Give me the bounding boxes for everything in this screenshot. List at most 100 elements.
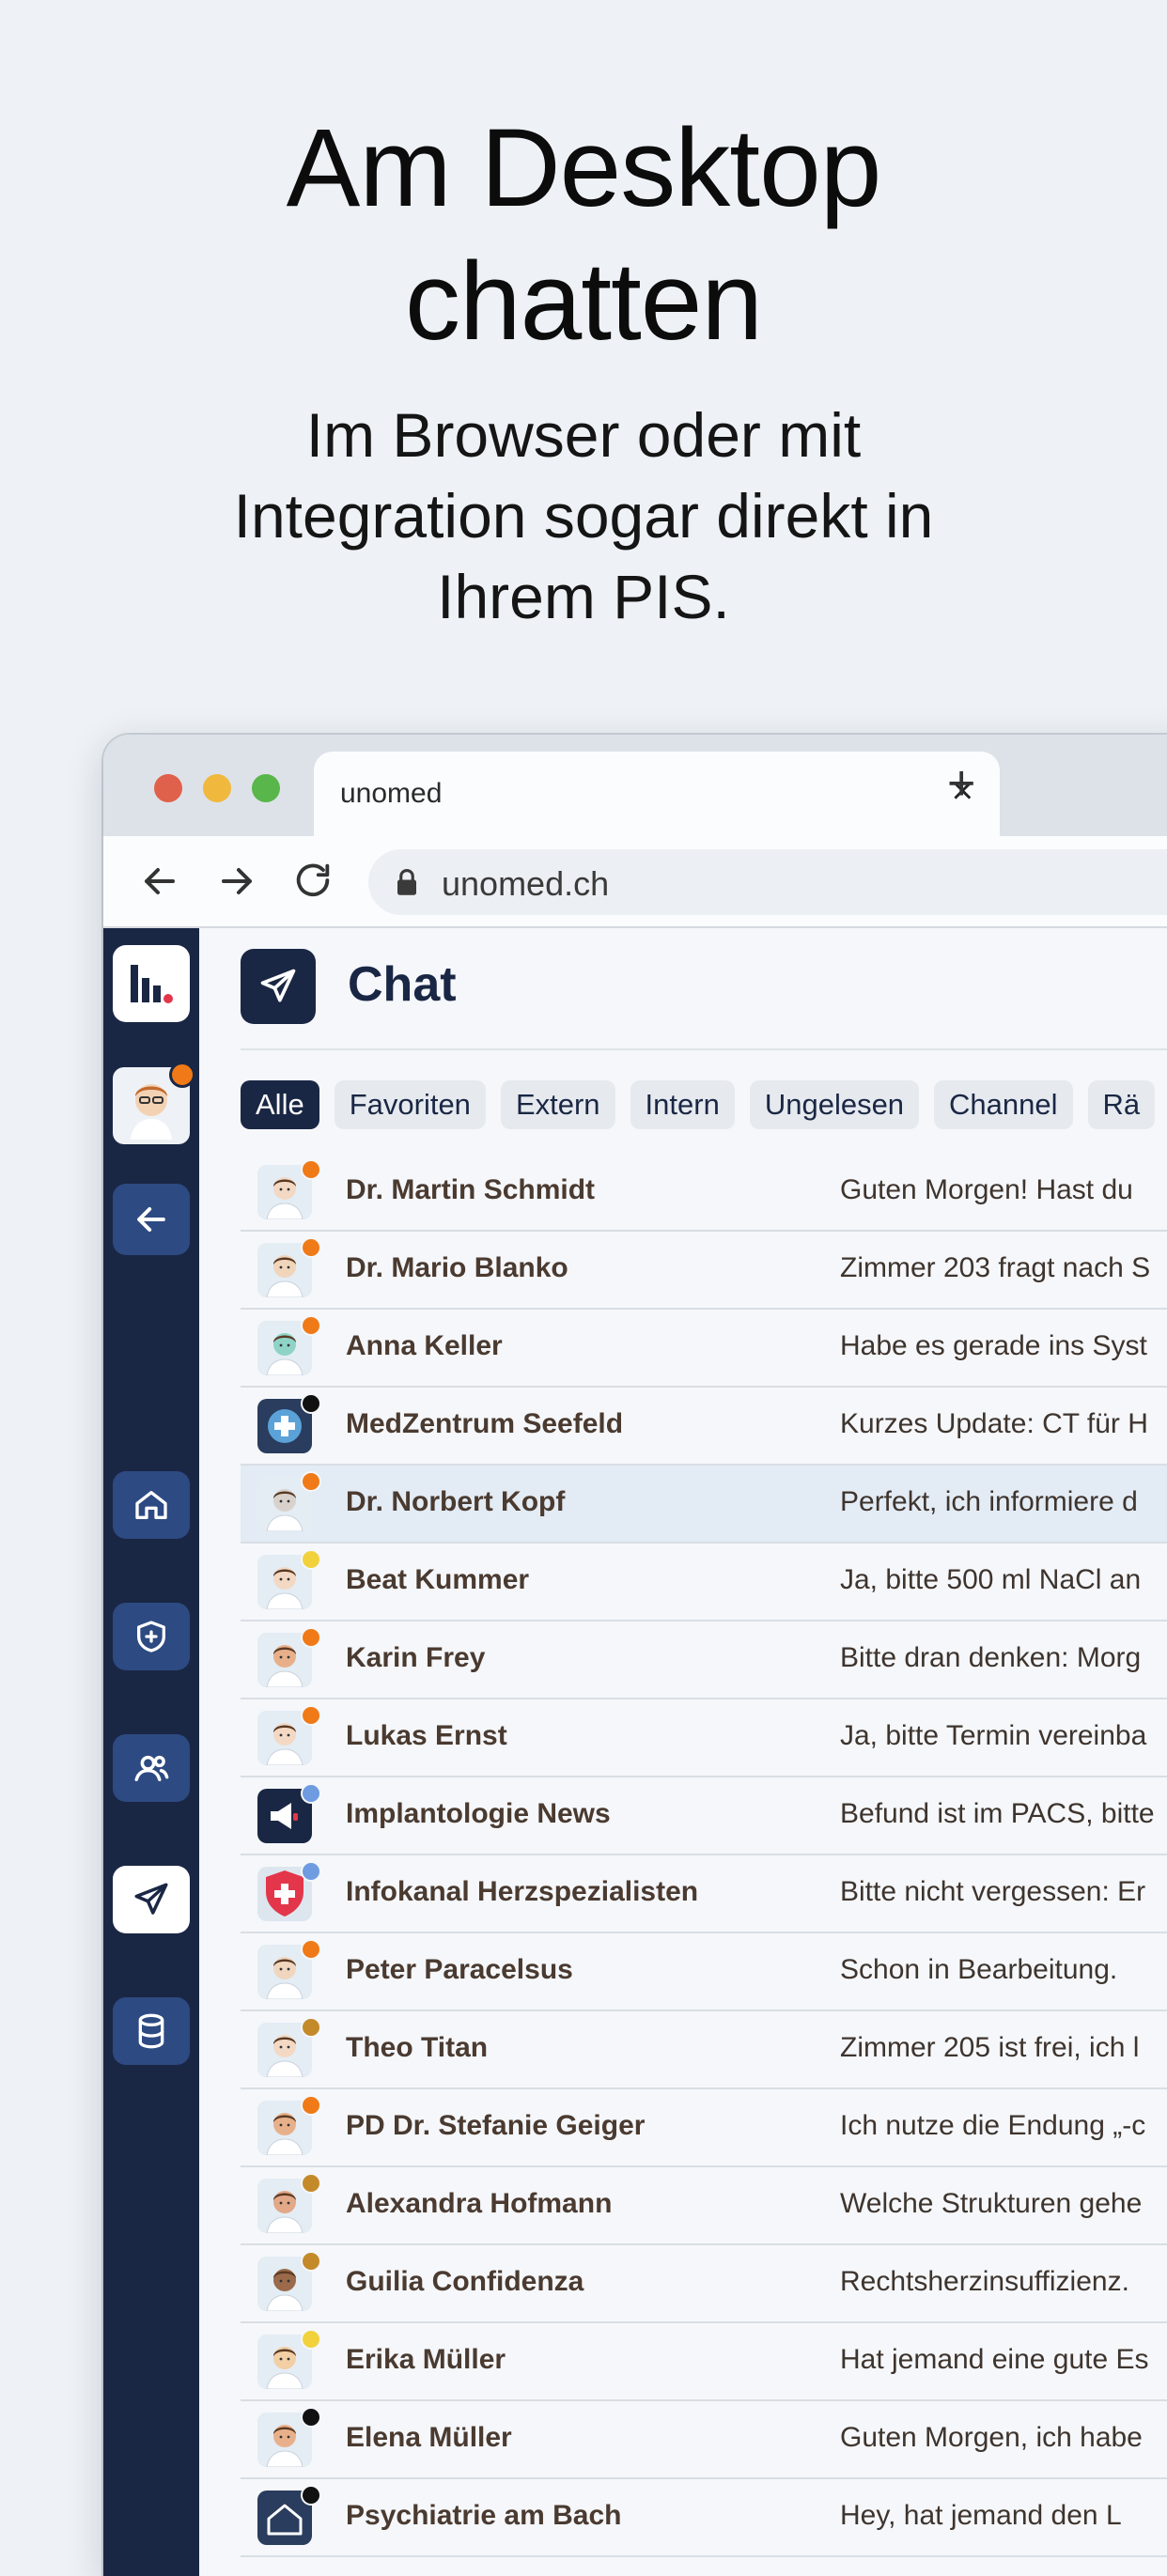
unomed-logo[interactable] xyxy=(113,945,190,1022)
message-preview: Kurzes Update: CT für H xyxy=(840,1408,1148,1439)
status-dot xyxy=(301,1471,321,1492)
message-preview: Zimmer 203 fragt nach S xyxy=(840,1252,1151,1283)
tab-label: unomed xyxy=(340,778,443,809)
status-dot xyxy=(301,2173,321,2194)
status-dot xyxy=(301,2407,321,2428)
contact-avatar xyxy=(257,1159,321,1219)
chat-row[interactable]: MedZentrum Seefeld Kurzes Update: CT für … xyxy=(241,1388,1167,1466)
message-preview: Guten Morgen! Hast du xyxy=(840,1174,1133,1205)
filter-chip[interactable]: Alle xyxy=(241,1080,319,1129)
browser-tab[interactable]: unomed × xyxy=(314,752,1000,836)
contact-avatar xyxy=(257,1705,321,1765)
chat-row[interactable]: Beat Kummer Ja, bitte 500 ml NaCl an xyxy=(241,1544,1167,1622)
filter-chip[interactable]: Channel xyxy=(934,1080,1073,1129)
contact-name: Erika Müller xyxy=(346,2344,506,2375)
contact-name: Theo Titan xyxy=(346,2032,489,2063)
filter-chip[interactable]: Rä xyxy=(1087,1080,1156,1129)
chat-row[interactable]: Implantologie News Befund ist im PACS, bi… xyxy=(241,1777,1167,1855)
lock-icon xyxy=(395,868,419,901)
message-preview: Hey, hat jemand den L xyxy=(840,2500,1122,2531)
minimize-window-button[interactable] xyxy=(203,774,231,802)
chat-row[interactable]: Dr. Mario Blanko Zimmer 203 fragt nach S xyxy=(241,1232,1167,1310)
message-preview: Perfekt, ich informiere d xyxy=(840,1486,1138,1517)
chat-row[interactable]: PD Dr. Stefanie Geiger Ich nutze die Endu… xyxy=(241,2089,1167,2167)
message-preview: Welche Strukturen gehe xyxy=(840,2188,1143,2219)
chat-row[interactable]: Karin Frey Bitte dran denken: Morg xyxy=(241,1622,1167,1699)
filter-chip[interactable]: Extern xyxy=(500,1080,615,1129)
chat-row[interactable]: Dr. Martin Schmidt Guten Morgen! Hast du xyxy=(241,1154,1167,1232)
contact-avatar xyxy=(257,2407,321,2467)
home-icon[interactable] xyxy=(113,1471,190,1539)
chat-row[interactable]: Erika Müller Hat jemand eine gute Es xyxy=(241,2323,1167,2401)
database-icon[interactable] xyxy=(113,1997,190,2065)
message-preview: Hat jemand eine gute Es xyxy=(840,2344,1149,2375)
forward-arrow-icon[interactable] xyxy=(214,859,259,908)
contact-name: Guilia Confidenza xyxy=(346,2266,584,2297)
users-icon[interactable] xyxy=(113,1734,190,1802)
chat-row[interactable]: Infokanal Herzspezialisten Bitte nicht ve… xyxy=(241,1855,1167,1933)
chat-row[interactable]: Elena Müller Guten Morgen, ich habe xyxy=(241,2401,1167,2479)
contact-avatar xyxy=(257,1783,321,1843)
contact-avatar xyxy=(257,1315,321,1375)
contact-name: Implantologie News xyxy=(346,1798,611,1829)
shield-plus-icon[interactable] xyxy=(113,1603,190,1670)
status-dot xyxy=(301,1939,321,1960)
maximize-window-button[interactable] xyxy=(252,774,280,802)
status-dot xyxy=(301,1705,321,1726)
status-dot xyxy=(301,1393,321,1414)
contact-name: Peter Paracelsus xyxy=(346,1954,573,1985)
chat-row[interactable]: Anna Keller Habe es gerade ins Syst xyxy=(241,1310,1167,1388)
hero-title-line2: chatten xyxy=(404,240,763,364)
chat-row[interactable]: Dr. Norbert Kopf Perfekt, ich informiere … xyxy=(241,1466,1167,1544)
browser-titlebar: unomed × + xyxy=(103,735,1167,836)
collapse-sidebar-button[interactable] xyxy=(113,1184,190,1255)
divider xyxy=(241,1048,1167,1050)
hero-subtitle: Im Browser oder mit Integration sogar di… xyxy=(0,395,1167,637)
contact-avatar xyxy=(257,1237,321,1297)
status-dot xyxy=(301,2251,321,2272)
chat-row[interactable]: Guilia Confidenza Rechtsherzinsuffizienz. xyxy=(241,2245,1167,2323)
notification-badge xyxy=(169,1062,195,1088)
contact-avatar xyxy=(257,2017,321,2077)
contact-avatar xyxy=(257,1549,321,1609)
chat-row[interactable]: Psychiatrie am Bach Hey, hat jemand den L xyxy=(241,2479,1167,2557)
user-avatar[interactable] xyxy=(113,1062,195,1144)
message-preview: Ich nutze die Endung „-c xyxy=(840,2110,1146,2141)
filter-chip[interactable]: Ungelesen xyxy=(749,1080,920,1129)
message-preview: Schon in Bearbeitung. xyxy=(840,1954,1118,1985)
status-dot xyxy=(301,1237,321,1258)
chat-send-icon[interactable] xyxy=(113,1866,190,1933)
filter-chip[interactable]: Favoriten xyxy=(334,1080,486,1129)
contact-avatar xyxy=(257,1393,321,1453)
message-preview: Bitte dran denken: Morg xyxy=(840,1642,1142,1673)
hero-sub-line3: Ihrem PIS. xyxy=(437,562,730,631)
message-preview: Habe es gerade ins Syst xyxy=(840,1330,1147,1361)
chat-row[interactable]: Theo Titan Zimmer 205 ist frei, ich l xyxy=(241,2011,1167,2089)
chat-row[interactable]: Lukas Ernst Ja, bitte Termin vereinba xyxy=(241,1699,1167,1777)
url-field[interactable]: unomed.ch xyxy=(368,849,1167,915)
hero-sub-line1: Im Browser oder mit xyxy=(305,400,862,470)
hero-title-line1: Am Desktop xyxy=(286,106,882,230)
filter-chip[interactable]: Intern xyxy=(630,1080,735,1129)
contact-name: Dr. Norbert Kopf xyxy=(346,1486,566,1517)
status-dot xyxy=(301,2017,321,2038)
back-arrow-icon[interactable] xyxy=(137,859,182,908)
contact-avatar xyxy=(257,1471,321,1531)
message-preview: Bitte nicht vergessen: Er xyxy=(840,1876,1146,1907)
contact-name: Dr. Martin Schmidt xyxy=(346,1174,596,1205)
reload-icon[interactable] xyxy=(291,859,335,907)
browser-window: unomed × + unomed.ch Chat Alle Favoriten… xyxy=(103,735,1167,2576)
status-dot xyxy=(301,1627,321,1648)
status-dot xyxy=(301,2329,321,2350)
chat-row[interactable]: Peter Paracelsus Schon in Bearbeitung. xyxy=(241,1933,1167,2011)
hero-title: Am Desktop chatten xyxy=(0,101,1167,368)
status-dot xyxy=(301,1549,321,1570)
app-sidebar xyxy=(103,928,199,2576)
contact-avatar xyxy=(257,2485,321,2545)
chat-filter-bar: Alle Favoriten Extern Intern Ungelesen Channe… xyxy=(241,1080,1167,1129)
close-window-button[interactable] xyxy=(154,774,182,802)
contact-avatar xyxy=(257,1627,321,1687)
send-icon xyxy=(241,949,316,1024)
chat-row[interactable]: Alexandra Hofmann Welche Strukturen gehe xyxy=(241,2167,1167,2245)
new-tab-icon[interactable]: + xyxy=(947,755,975,812)
